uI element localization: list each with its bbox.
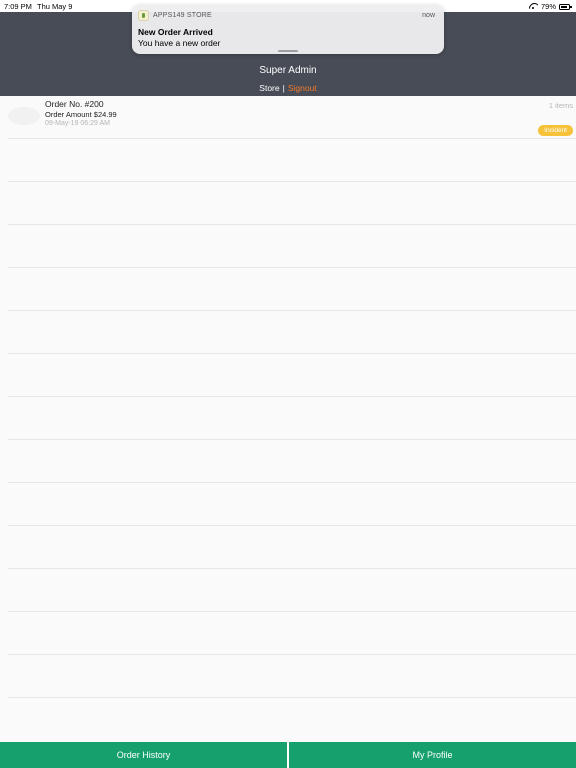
order-items-count: 1 items (548, 101, 573, 110)
row-divider (8, 697, 576, 698)
row-divider (8, 482, 576, 483)
header-links: Store | Signout (0, 83, 576, 93)
status-date: Thu May 9 (37, 2, 73, 11)
tab-my-profile[interactable]: My Profile (289, 742, 576, 768)
row-divider (8, 310, 576, 311)
notification-app-name: APPS149 STORE (153, 12, 212, 19)
row-divider (8, 224, 576, 225)
row-divider (8, 396, 576, 397)
notification-title: New Order Arrived (138, 27, 213, 37)
wifi-icon (529, 3, 538, 10)
notification-grabber[interactable] (278, 50, 298, 52)
notification-body: You have a new order (138, 38, 221, 48)
row-divider (8, 439, 576, 440)
battery-percent: 79% (540, 2, 556, 11)
row-divider (8, 138, 576, 139)
row-divider (8, 611, 576, 612)
order-number: Order No. #200 (45, 99, 104, 109)
battery-icon (559, 3, 572, 10)
header-separator: | (282, 83, 285, 93)
row-divider (8, 525, 576, 526)
notification-banner[interactable]: APPS149 STORE now New Order Arrived You … (132, 5, 444, 54)
notification-time: now (422, 12, 435, 19)
status-right-group: 79% (529, 2, 572, 11)
row-divider (8, 568, 576, 569)
order-amount: Order Amount $24.99 (45, 110, 117, 119)
row-divider (8, 353, 576, 354)
row-divider (8, 181, 576, 182)
order-row[interactable]: Order No. #200 Order Amount $24.99 09-Ma… (0, 96, 576, 139)
status-time: 7:09 PM (4, 2, 32, 11)
order-date: 09-May-19 06:29 AM (45, 120, 110, 127)
store-link[interactable]: Store (259, 83, 279, 93)
header-title: Super Admin (259, 65, 317, 76)
order-list: Order No. #200 Order Amount $24.99 09-Ma… (0, 96, 576, 742)
app-icon (138, 10, 149, 21)
tab-order-history[interactable]: Order History (0, 742, 287, 768)
row-divider (8, 654, 576, 655)
row-divider (8, 267, 576, 268)
signout-link[interactable]: Signout (288, 83, 317, 93)
order-status-badge: Incident (538, 125, 573, 136)
bottom-tab-bar: Order History My Profile (0, 742, 576, 768)
order-thumbnail (8, 107, 40, 125)
